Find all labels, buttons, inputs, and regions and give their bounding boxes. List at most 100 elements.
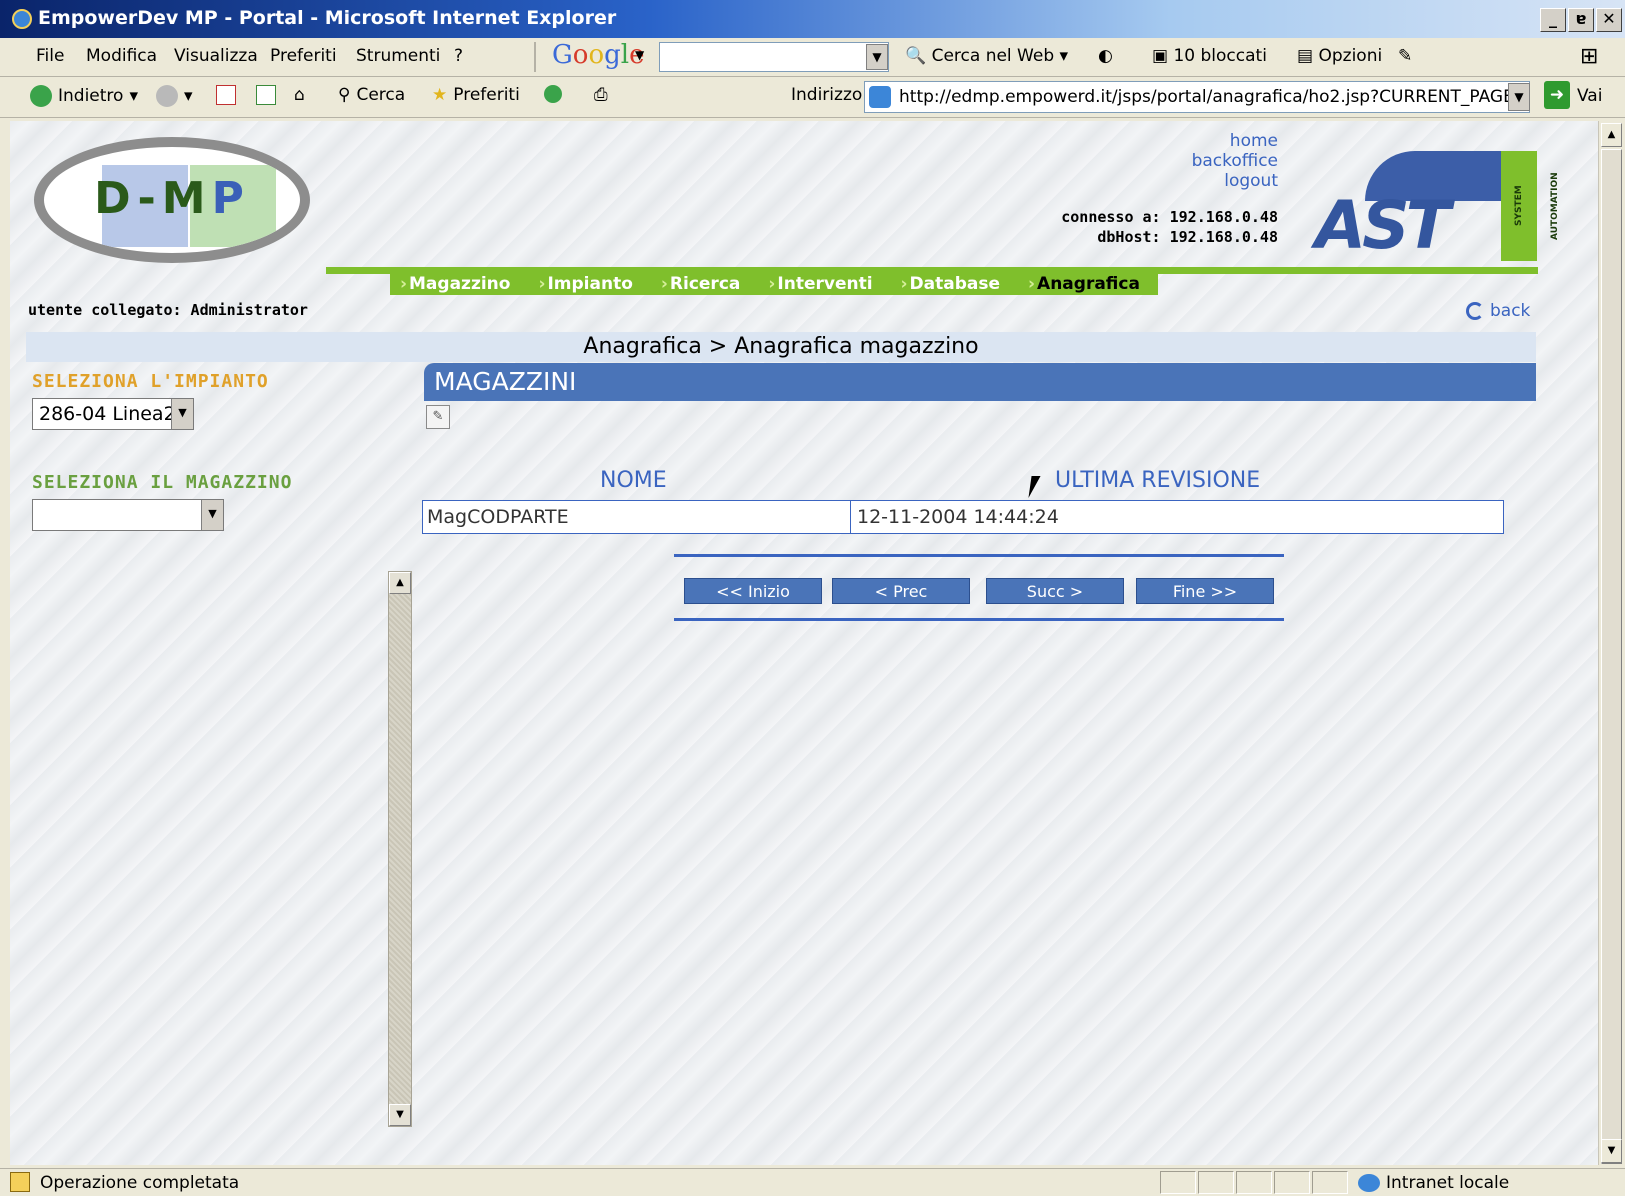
scroll-up-icon[interactable]: ▲ [1601,123,1622,147]
forward-button[interactable]: ▾ [156,85,193,107]
maximize-button[interactable]: ɐ [1568,8,1594,32]
ast-logo: AST SYSTEM AUTOMATION [1315,151,1560,264]
toolbar-separator [534,42,536,72]
title-bar: EmpowerDev MP - Portal - Microsoft Inter… [0,0,1625,38]
cell-ultima-revisione[interactable]: 12-11-2004 14:44:24 [851,501,1501,533]
search-button[interactable]: ⚲ Cerca [338,85,405,105]
favorites-button[interactable]: ★ Preferiti [432,85,520,105]
back-arrow-icon [30,85,52,107]
refresh-icon [256,85,276,105]
section-header: MAGAZZINI [424,363,1536,401]
popup-blocker-button[interactable]: ▣ 10 bloccati [1152,46,1267,66]
pager-divider-top [674,554,1284,557]
pencil-icon[interactable]: ✎ [1398,46,1412,66]
google-search-input[interactable] [659,42,889,72]
warning-icon [10,1172,30,1192]
tab-anagrafica[interactable]: › Anagrafica [1018,273,1158,295]
select-warehouse-label: SELEZIONA IL MAGAZZINO [32,472,293,493]
connection-info: connesso a: 192.168.0.48 dbHost: 192.168… [1061,207,1278,247]
logged-user: utente collegato: Administrator [28,301,308,319]
search-icon: ⚲ [338,85,351,105]
pager-last-button[interactable]: Fine >> [1136,578,1274,604]
page-icon [869,86,891,108]
pagerank-icon[interactable]: ◐ [1098,46,1113,66]
scroll-down-icon[interactable]: ▼ [389,1104,411,1126]
chevron-down-icon[interactable]: ▼ [201,500,223,530]
google-search-dropdown-icon[interactable]: ▼ [866,44,888,70]
menu-file[interactable]: File [36,46,64,66]
home-button[interactable]: ⌂ [294,85,305,105]
back-link[interactable]: back [1466,301,1530,321]
go-arrow-icon[interactable]: ➜ [1544,81,1570,109]
edit-icon[interactable]: ✎ [426,405,450,429]
table-row[interactable]: MagCODPARTE 12-11-2004 14:44:24 [422,500,1504,534]
pager-first-button[interactable]: << Inizio [684,578,822,604]
printer-icon: ⎙ [594,85,608,105]
status-cell [1236,1171,1272,1194]
windows-logo-icon: ⊞ [1580,44,1599,69]
stop-icon [216,85,236,105]
back-button[interactable]: Indietro ▾ [30,85,138,107]
print-button[interactable]: ⎙ [594,85,608,105]
menu-modifica[interactable]: Modifica [86,46,157,66]
scroll-down-icon[interactable]: ▼ [1601,1139,1622,1163]
pager-next-button[interactable]: Succ > [986,578,1124,604]
home-icon: ⌂ [294,85,305,105]
db-host: dbHost: 192.168.0.48 [1097,228,1278,246]
plant-select[interactable]: 286-04 Linea2 ▼ [32,398,194,430]
close-button[interactable]: ✕ [1596,8,1622,32]
menu-help[interactable]: ? [454,46,463,66]
scroll-thumb[interactable] [1601,149,1622,1164]
connected-to: connesso a: 192.168.0.48 [1061,208,1278,226]
search-web-button[interactable]: 🔍 Cerca nel Web ▾ [905,46,1068,66]
window-title: EmpowerDev MP - Portal - Microsoft Inter… [38,7,617,29]
status-cell [1198,1171,1234,1194]
dmp-logo[interactable]: D-MP [34,137,310,263]
stop-button[interactable] [216,85,236,105]
status-cell [1274,1171,1310,1194]
back-icon [1466,302,1484,320]
scroll-up-icon[interactable]: ▲ [389,572,411,594]
warehouse-select[interactable]: ▼ [32,499,224,531]
tab-database[interactable]: › Database [890,273,1019,295]
tab-ricerca[interactable]: › Ricerca [650,273,759,295]
minimize-button[interactable]: _ [1540,8,1566,32]
popup-icon: ▣ [1152,46,1169,66]
intranet-icon [1358,1174,1380,1192]
breadcrumb: Anagrafica > Anagrafica magazzino [583,334,979,359]
backoffice-link[interactable]: backoffice [1192,151,1278,171]
home-link[interactable]: home [1192,131,1278,151]
page-viewport: D-MP home backoffice logout connesso a: … [10,121,1598,1165]
pager-divider-bottom [674,618,1284,621]
menu-strumenti[interactable]: Strumenti [356,46,440,66]
page-scrollbar[interactable]: ▲ ▼ [1598,121,1625,1165]
logout-link[interactable]: logout [1192,171,1278,191]
browser-window: EmpowerDev MP - Portal - Microsoft Inter… [0,0,1625,1196]
go-button[interactable]: Vai [1577,86,1602,106]
chevron-down-icon[interactable]: ▼ [171,399,193,429]
history-icon [544,85,562,103]
binoculars-icon: 🔍 [905,46,927,66]
main-nav: › Magazzino › Impianto › Ricerca › Intervent… [390,273,1158,295]
tab-impianto[interactable]: › Impianto [528,273,651,295]
google-menu-arrow-icon[interactable]: ▼ [635,48,644,62]
left-scrollbar[interactable]: ▲ ▼ [388,571,412,1127]
menu-preferiti[interactable]: Preferiti [270,46,337,66]
options-button[interactable]: ▤ Opzioni [1297,46,1382,66]
select-plant-label: SELEZIONA L'IMPIANTO [32,371,269,392]
column-header-ultima-revisione[interactable]: ULTIMA REVISIONE [1055,468,1260,493]
cell-nome[interactable]: MagCODPARTE [423,501,851,533]
tab-magazzino[interactable]: › Magazzino [390,273,529,295]
forward-arrow-icon [156,85,178,107]
refresh-button[interactable] [256,85,276,105]
address-input[interactable]: http://edmp.empowerd.it/jsps/portal/anag… [864,81,1530,113]
address-dropdown-icon[interactable]: ▼ [1508,83,1530,111]
tab-interventi[interactable]: › Interventi [758,273,891,295]
status-cell [1312,1171,1348,1194]
ie-icon [12,9,32,29]
pager-prev-button[interactable]: < Prec [832,578,970,604]
column-header-nome[interactable]: NOME [600,468,667,493]
menu-visualizza[interactable]: Visualizza [174,46,258,66]
history-button[interactable] [544,85,562,103]
mouse-cursor-icon [1028,476,1050,498]
